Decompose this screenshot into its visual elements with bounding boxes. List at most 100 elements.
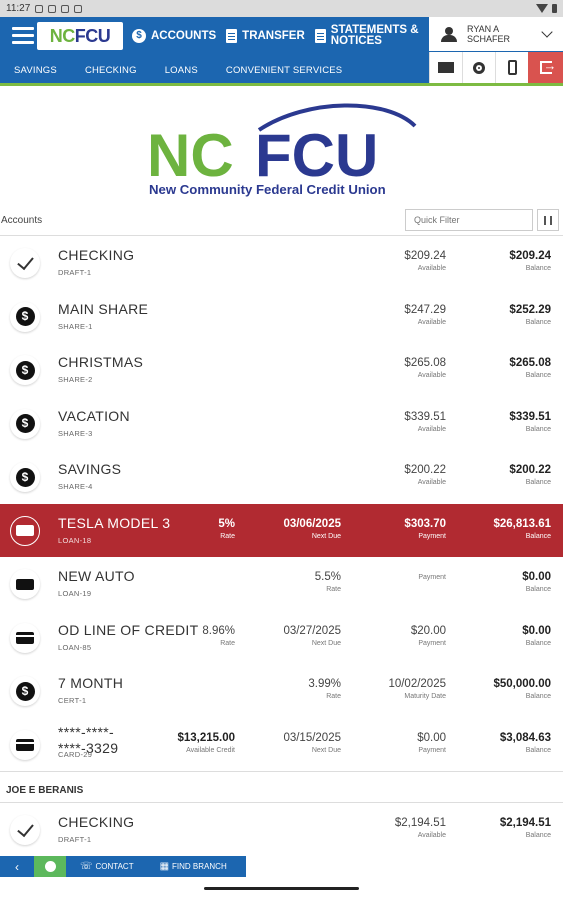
account-value: $339.51 [404, 410, 446, 423]
user-name: RYAN A SCHAFER [467, 24, 537, 44]
account-row[interactable]: OD LINE OF CREDIT LOAN-85 8.96% Rate 03/27/2… [0, 611, 563, 665]
system-status-bar: 11:27 [0, 0, 563, 17]
account-name: TESLA MODEL 3 [58, 514, 171, 531]
vpn-icon [48, 4, 57, 13]
account-row[interactable]: $ SAVINGS SHARE-4 $200.22 Available $200.22 Ba… [0, 450, 563, 504]
account-value: $265.08 [509, 357, 551, 369]
account-row[interactable]: TESLA MODEL 3 LOAN-18 5% Rate 03/06/2025 Next… [0, 503, 563, 557]
checkmark-icon [16, 252, 34, 270]
brand-full-name: New Community Federal Credit Union [149, 182, 386, 197]
account-id: CERT-1 [58, 696, 87, 705]
account-name: CHECKING [58, 247, 135, 263]
account-row[interactable]: $7 MONTH CERT-1 3.99% Rate 10/02/2025 Maturit… [0, 664, 563, 718]
account-name: SAVINGS [58, 461, 122, 477]
gear-icon [473, 61, 485, 74]
account-c2-column: 03/06/2025 Next Due [283, 518, 341, 540]
settings-button[interactable] [462, 52, 495, 83]
chat-button[interactable] [34, 856, 66, 877]
filter-settings-button[interactable] [537, 209, 559, 231]
user-name-line1: RYAN A [467, 24, 500, 34]
account-icon-circle: $ [10, 676, 40, 706]
quick-filter-input[interactable] [405, 209, 533, 231]
account-c3-column: $265.08 Available [404, 357, 446, 379]
account-value: $50,000.00 [493, 678, 551, 690]
users-icon [439, 27, 461, 42]
subnav-savings[interactable]: SAVINGS [14, 65, 57, 76]
find-branch-button[interactable]: ▦ FIND BRANCH [160, 856, 227, 877]
checkmark-icon [16, 819, 34, 837]
account-value-label: Balance [525, 693, 551, 700]
account-id: SHARE-4 [58, 482, 93, 491]
account-icon-circle: $ [10, 355, 40, 385]
account-value-label: Available [417, 832, 446, 839]
mobile-button[interactable] [495, 52, 528, 83]
ncfcu-brand-logo: NC FCU New Community Federal Credit Unio… [147, 103, 417, 197]
contact-label: CONTACT [95, 862, 134, 871]
account-icon-circle: $ [10, 301, 40, 332]
account-c3-column: $339.51 Available [404, 411, 446, 433]
account-row[interactable]: $ CHRISTMAS SHARE-2 $265.08 Available $265.08… [0, 343, 563, 397]
logout-icon [539, 58, 557, 74]
account-row[interactable]: ****-****- ****-3329 CARD-29 $13,215.00 Avai… [0, 718, 563, 772]
account-value-label: Payment [418, 532, 446, 540]
account-value-label: Available [417, 425, 446, 433]
subnav-checking[interactable]: CHECKING [85, 65, 137, 76]
account-value-label: Balance [525, 265, 551, 272]
contact-button[interactable]: ☏ CONTACT [80, 856, 134, 877]
account-id: CARD-29 [58, 749, 93, 759]
nav-transfer[interactable]: TRANSFER [226, 29, 305, 43]
account-value: $13,215.00 [177, 731, 235, 744]
logo-nc: NC [49, 26, 76, 46]
messages-button[interactable] [429, 52, 462, 83]
account-icon-circle [10, 729, 40, 760]
account-value-label: Rate [220, 532, 235, 540]
account-value: $2,194.51 [499, 817, 551, 829]
dollar-icon: $ [132, 29, 146, 43]
phone-handset-icon: ☏ [80, 861, 93, 872]
subnav-loans[interactable]: LOANS [165, 65, 198, 76]
menu-icon[interactable] [12, 27, 34, 45]
logout-button[interactable] [528, 52, 563, 83]
account-row[interactable]: CHECKING DRAFT-1 $209.24 Available $209.24 Ba… [0, 236, 563, 290]
account-icon-circle [10, 815, 40, 845]
sub-nav: SAVINGS CHECKING LOANS CONVENIENT SERVIC… [14, 65, 370, 76]
document-icon [314, 29, 326, 43]
back-button[interactable]: ‹ [0, 856, 34, 877]
sd-card-icon [74, 4, 83, 13]
account-name: VACATION [58, 407, 130, 424]
account-value-label: Balance [525, 479, 551, 486]
subnav-convenient-services[interactable]: CONVENIENT SERVICES [226, 65, 342, 76]
nav-accounts-label: ACCOUNTS [151, 30, 217, 42]
nav-statements[interactable]: STATEMENTS & NOTICES [314, 24, 419, 47]
account-c4-column: $0.00 Balance [522, 625, 551, 647]
account-value-label: Payment [418, 574, 446, 581]
account-row[interactable]: $ MAIN SHARE SHARE-1 $247.29 Available $252.2… [0, 290, 563, 344]
account-name: 7 MONTH [58, 675, 124, 691]
account-value: 03/27/2025 [283, 624, 341, 637]
account-row[interactable]: CHECKING DRAFT-1 $2,194.51 Available $2,194.… [0, 803, 563, 857]
account-row[interactable]: NEW AUTO LOAN-19 5.5% Rate Payment $0.00 Balan… [0, 557, 563, 611]
account-value-label: Balance [525, 425, 551, 433]
account-c3-column: $303.70 Payment [404, 518, 446, 540]
ncfcu-logo[interactable]: NCFCU [37, 22, 123, 50]
account-row[interactable]: $ VACATION SHARE-3 $339.51 Available $339.51 B… [0, 397, 563, 451]
nav-accounts[interactable]: $ ACCOUNTS [132, 29, 216, 43]
account-icon-circle [10, 569, 40, 599]
account-c4-column: $200.22 Balance [509, 464, 551, 486]
account-value-label: Payment [418, 639, 446, 647]
account-value-label: Available [417, 479, 446, 486]
account-id: LOAN-85 [58, 642, 92, 652]
account-c3-column: $2,194.51 Available [395, 817, 446, 839]
phone-icon [507, 60, 517, 75]
account-value: $3,084.63 [499, 731, 551, 744]
account-id: SHARE-3 [58, 428, 93, 438]
account-value: 03/15/2025 [283, 731, 341, 744]
account-c3-column: $200.22 Available [404, 464, 446, 486]
chevron-down-icon [541, 25, 553, 38]
account-value: $209.24 [509, 250, 551, 262]
user-menu[interactable]: RYAN A SCHAFER [429, 17, 563, 51]
account-c4-column: $339.51 Balance [509, 411, 551, 433]
account-c3-column: $20.00 Payment [411, 625, 446, 647]
brand-fcu: FCU [255, 122, 378, 189]
dollar-icon: $ [15, 681, 35, 701]
